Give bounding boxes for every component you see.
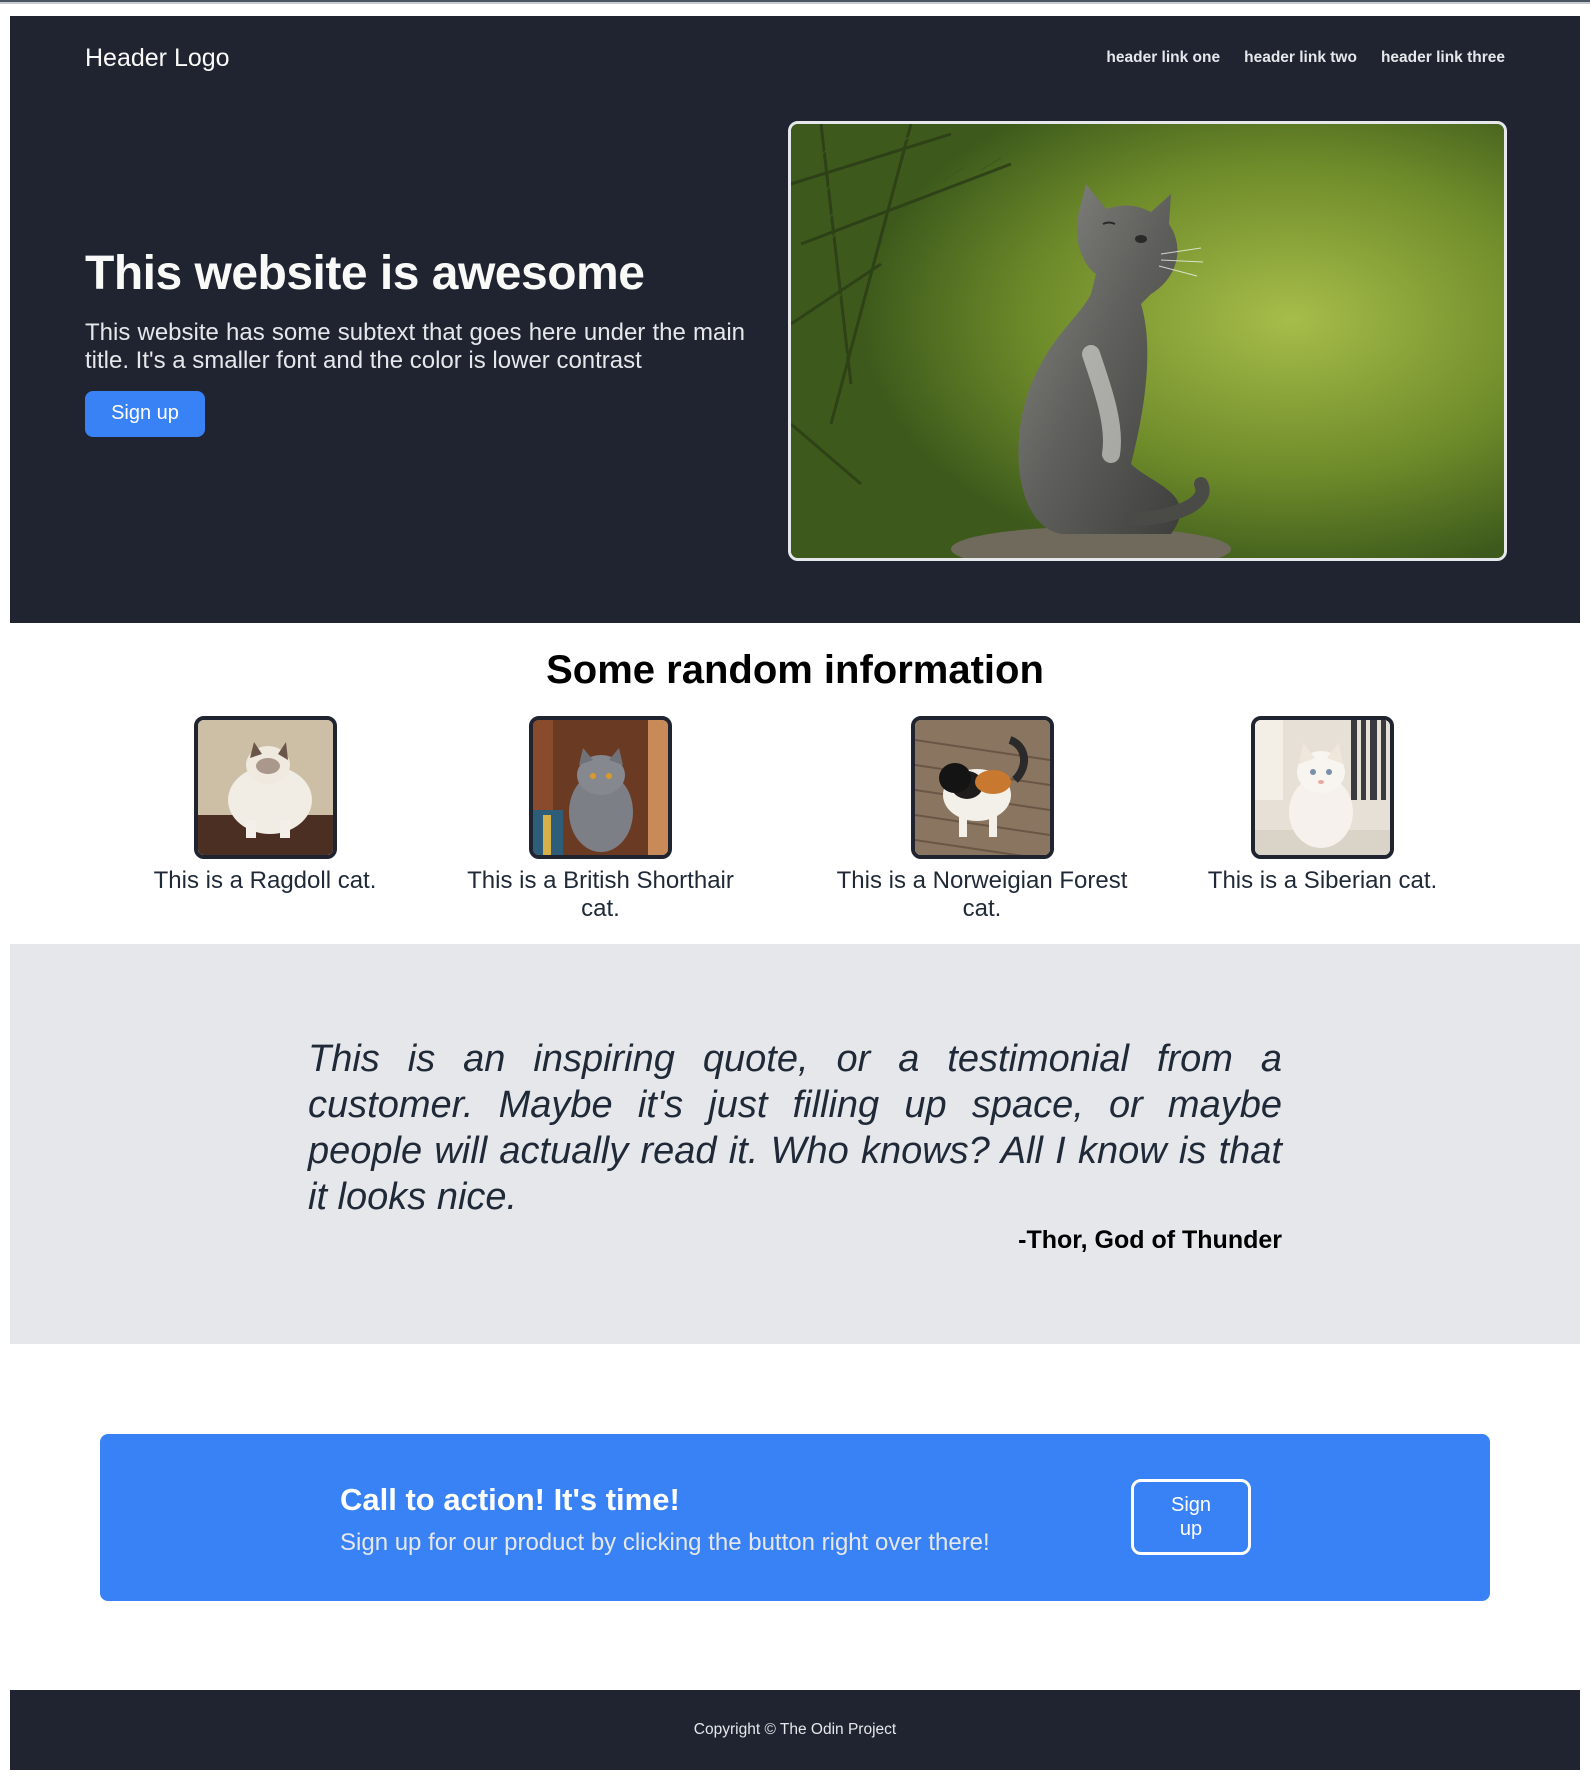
hero-subtitle: This website has some subtext that goes … bbox=[85, 318, 745, 374]
nav-link-one[interactable]: header link one bbox=[1106, 49, 1220, 67]
cta-title: Call to action! It's time! bbox=[340, 1482, 680, 1517]
card-norwegian-forest: This is a Norweigian Forest cat. bbox=[832, 716, 1132, 923]
card-caption: This is a Ragdoll cat. bbox=[153, 867, 377, 894]
hero-signup-button[interactable]: Sign up bbox=[85, 390, 205, 437]
siberian-cat-image bbox=[1251, 716, 1394, 859]
nav-link-two[interactable]: header link two bbox=[1244, 49, 1357, 67]
ragdoll-cat-image bbox=[193, 716, 337, 859]
british-shorthair-cat-image bbox=[529, 716, 672, 859]
quote-section: This is an inspiring quote, or a testimo… bbox=[10, 944, 1580, 1344]
hero-cat-illustration bbox=[791, 124, 1504, 558]
norwegian-forest-cat-image bbox=[910, 716, 1054, 859]
header-nav: Header Logo header link one header link … bbox=[85, 38, 1505, 78]
top-rule bbox=[0, 0, 1590, 4]
cat-cards: This is a Ragdoll cat. This is a British… bbox=[0, 716, 1590, 926]
quote-text: This is an inspiring quote, or a testimo… bbox=[308, 1038, 1282, 1218]
hero-title: This website is awesome bbox=[85, 247, 645, 300]
card-ragdoll: This is a Ragdoll cat. bbox=[140, 716, 390, 895]
card-caption: This is a Siberian cat. bbox=[1207, 867, 1438, 894]
footer-copyright: Copyright © The Odin Project bbox=[693, 1721, 897, 1738]
card-caption: This is a British Shorthair cat. bbox=[467, 867, 734, 922]
header-logo[interactable]: Header Logo bbox=[85, 44, 230, 73]
card-british-shorthair: This is a British Shorthair cat. bbox=[463, 716, 738, 923]
card-caption: This is a Norweigian Forest cat. bbox=[836, 867, 1128, 922]
footer: Copyright © The Odin Project bbox=[10, 1690, 1580, 1770]
hero-section: Header Logo header link one header link … bbox=[10, 16, 1580, 623]
info-section-title: Some random information bbox=[546, 648, 1044, 692]
nav-links: header link one header link two header l… bbox=[1106, 49, 1505, 67]
card-siberian: This is a Siberian cat. bbox=[1200, 716, 1445, 895]
quote-author: -Thor, God of Thunder bbox=[1018, 1226, 1282, 1254]
call-to-action: Call to action! It's time! Sign up for o… bbox=[100, 1434, 1490, 1601]
hero-cat-image bbox=[788, 121, 1507, 561]
nav-link-three[interactable]: header link three bbox=[1381, 49, 1505, 67]
cta-signup-button[interactable]: Sign up bbox=[1131, 1479, 1251, 1555]
cta-subtitle: Sign up for our product by clicking the … bbox=[340, 1529, 990, 1556]
hero-text: This website is awesome This website has… bbox=[85, 247, 745, 437]
